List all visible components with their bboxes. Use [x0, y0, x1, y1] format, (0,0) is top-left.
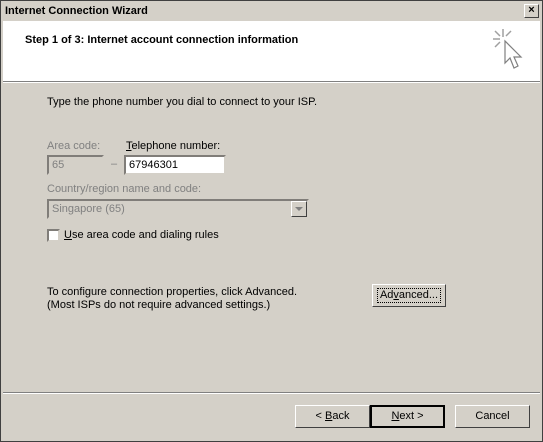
telephone-label-text: elephone number: — [131, 140, 221, 152]
dash-separator: – — [111, 158, 118, 170]
advanced-button-label: Advanced... — [376, 288, 442, 303]
checkbox-label-accel: U — [64, 229, 72, 241]
step-title: Step 1 of 3: Internet account connection… — [25, 34, 299, 46]
title-bar: Internet Connection Wizard × — [2, 2, 541, 21]
area-code-rules-checkbox[interactable] — [47, 229, 60, 242]
advanced-label-part1: Ad — [379, 289, 394, 301]
cancel-button[interactable]: Cancel — [455, 405, 530, 428]
instruction-text: Type the phone number you dial to connec… — [47, 96, 318, 108]
telephone-number-field[interactable]: 67946301 — [124, 155, 226, 175]
checkbox-label-text: se area code and dialing rules — [71, 229, 219, 241]
back-label: ack — [332, 410, 350, 422]
country-select[interactable]: Singapore (65) — [47, 199, 309, 219]
wizard-header: Step 1 of 3: Internet account connection… — [3, 21, 540, 81]
advanced-label-part2: anced... — [398, 289, 439, 301]
advanced-info-line2: (Most ISPs do not require advanced setti… — [47, 299, 271, 311]
country-select-value: Singapore (65) — [52, 203, 125, 215]
country-label: Country/region name and code: — [47, 183, 202, 195]
wizard-window: Internet Connection Wizard × Step 1 of 3… — [0, 0, 543, 442]
back-button[interactable]: < Back — [295, 405, 370, 428]
advanced-button[interactable]: Advanced... — [372, 284, 446, 307]
close-button[interactable]: × — [524, 4, 539, 18]
area-code-label: Area code: — [47, 140, 101, 152]
area-code-field[interactable]: 65 — [47, 155, 104, 175]
next-label: ext > — [399, 410, 424, 422]
area-code-rules-label[interactable]: Use area code and dialing rules — [64, 229, 219, 241]
next-button[interactable]: Next > — [370, 405, 445, 428]
telephone-label: Telephone number: — [126, 140, 220, 152]
back-prefix: < — [315, 410, 325, 422]
footer-separator — [3, 392, 540, 394]
header-separator — [3, 81, 540, 83]
wizard-cursor-icon — [493, 29, 523, 69]
chevron-down-icon[interactable] — [291, 201, 307, 217]
advanced-info-line1: To configure connection properties, clic… — [47, 286, 298, 298]
window-title: Internet Connection Wizard — [5, 5, 148, 17]
